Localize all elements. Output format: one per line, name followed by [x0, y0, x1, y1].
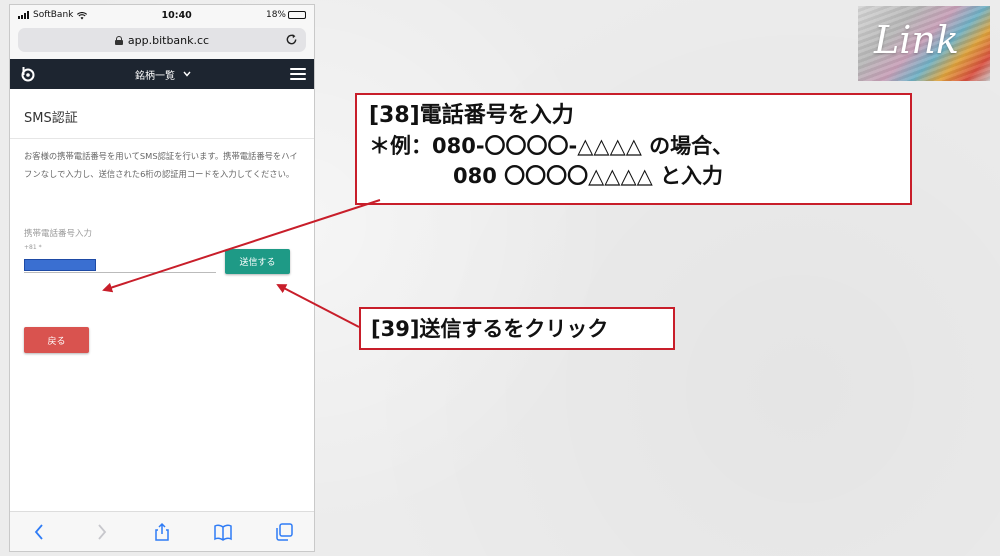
send-button[interactable]: 送信する: [225, 249, 290, 274]
nav-title-label: 銘柄一覧: [135, 70, 175, 82]
back-button[interactable]: 戻る: [24, 327, 89, 353]
chevron-down-icon: [183, 71, 191, 77]
bookmarks-icon[interactable]: [213, 522, 233, 542]
back-icon[interactable]: [30, 522, 50, 542]
url-text: app.bitbank.cc: [127, 33, 210, 47]
app-header: 銘柄一覧: [10, 59, 314, 89]
callout-step-38: [38]電話番号を入力 ＊例：080-〇〇〇〇-△△△△ の場合、 080 〇〇…: [355, 93, 912, 205]
page-title: SMS認証: [10, 89, 314, 139]
hamburger-menu-icon[interactable]: [290, 68, 306, 80]
share-icon[interactable]: [152, 522, 172, 542]
safari-toolbar: [10, 511, 314, 551]
status-left: SoftBank: [18, 10, 88, 20]
address-bar[interactable]: app.bitbank.cc: [18, 28, 306, 52]
nav-dropdown[interactable]: 銘柄一覧: [135, 67, 191, 82]
signal-icon: [18, 11, 29, 19]
callout-step-39: [39]送信するをクリック: [359, 307, 675, 350]
callout-38-example: ＊例：080-〇〇〇〇-△△△△ の場合、: [369, 134, 734, 158]
page-description: お客様の携帯電話番号を用いてSMS認証を行います。携帯電話番号をハイフンなしで入…: [24, 151, 298, 179]
brand-logo-text: Link: [874, 18, 959, 62]
forward-icon[interactable]: [91, 522, 111, 542]
battery-percent: 18%: [265, 10, 286, 20]
battery-indicator: 18%: [266, 10, 306, 20]
phone-field-label: 携帯電話番号入力: [24, 229, 93, 239]
callout-38-format: 080 〇〇〇〇△△△△ と入力: [453, 164, 724, 188]
bitbank-logo-icon[interactable]: [20, 66, 36, 82]
status-time: 10:40: [161, 9, 192, 21]
carrier-label: SoftBank: [33, 10, 74, 20]
wifi-icon: [77, 11, 88, 19]
battery-icon: [287, 11, 306, 19]
callout-38-title: [38]電話番号を入力: [369, 103, 574, 128]
tabs-icon[interactable]: [274, 522, 294, 542]
lock-icon: [114, 35, 123, 45]
phone-number-redacted: [24, 259, 96, 271]
phone-screen: SoftBank 10:40 18% app.bitbank.cc 銘柄一覧 S…: [9, 4, 315, 552]
page-content: SMS認証 お客様の携帯電話番号を用いてSMS認証を行います。携帯電話番号をハイ…: [10, 89, 314, 291]
status-bar: SoftBank 10:40 18%: [10, 5, 314, 25]
link-brand-logo: Link: [858, 6, 990, 81]
address-bar-area: app.bitbank.cc: [10, 25, 314, 59]
phone-input-row: 送信する: [10, 249, 314, 291]
reload-icon[interactable]: [285, 33, 298, 46]
